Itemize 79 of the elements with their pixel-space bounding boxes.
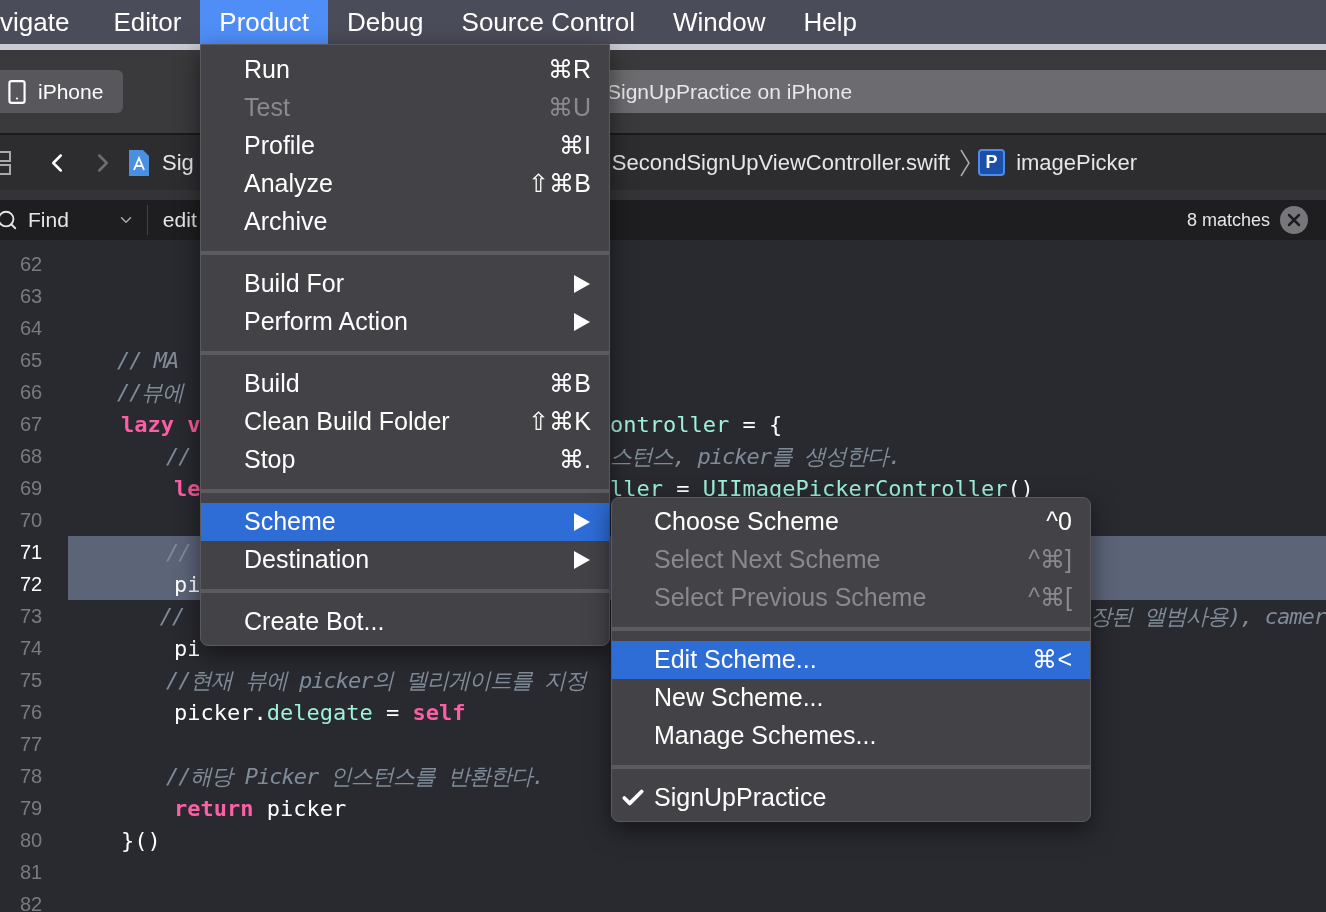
code-line: //현재 뷰에 picker의 델리게이트를 지정 <box>164 666 586 695</box>
line-number: 65 <box>19 348 44 373</box>
menu-item[interactable]: Manage Schemes... <box>612 717 1090 755</box>
line-number: 80 <box>19 828 44 853</box>
line-number: 66 <box>19 380 44 405</box>
grid-icon <box>0 149 12 176</box>
submenu-arrow-icon <box>573 312 591 332</box>
menu-bar-item[interactable]: vigate <box>0 0 95 44</box>
menu-bar-item[interactable]: Editor <box>94 0 201 44</box>
menu-bar-item[interactable]: Debug <box>327 0 443 44</box>
match-count: 8 matches <box>1186 208 1270 232</box>
line-number: 81 <box>19 860 44 885</box>
code-line: //뷰에 <box>115 378 184 407</box>
menu-item[interactable]: Edit Scheme... ⌘< <box>612 641 1090 679</box>
submenu-arrow-icon <box>573 512 591 532</box>
breadcrumb-file[interactable]: SecondSignUpViewController.swift <box>611 146 951 179</box>
menu-item[interactable]: Archive <box>201 203 609 241</box>
code-line: 스턴스, picker를 생성한다. <box>610 442 901 471</box>
line-number: 82 <box>19 892 44 912</box>
menu-item[interactable]: Scheme <box>201 503 609 541</box>
line-number: 73 <box>19 604 44 629</box>
code-line: pi <box>172 570 201 599</box>
menu-item[interactable]: Build ⌘B <box>201 365 609 403</box>
submenu-arrow-icon <box>573 550 591 570</box>
menu-bar-item[interactable]: Window <box>653 0 785 44</box>
menu-item[interactable]: Build For <box>201 265 609 303</box>
menu-bar-item[interactable]: Help <box>784 0 876 44</box>
menu-item[interactable]: Analyze ⇧⌘B <box>201 165 609 203</box>
menu-item[interactable]: Choose Scheme ^0 <box>612 503 1090 541</box>
code-line: // MA <box>115 346 179 375</box>
line-number: 70 <box>19 508 44 533</box>
line-number: 69 <box>19 476 44 501</box>
code-line: 장된 앨범사용), camer <box>1089 602 1326 631</box>
code-line: return picker <box>172 794 347 823</box>
activity-status-field: SignUpPractice on iPhone <box>607 70 1326 113</box>
find-query-field[interactable]: edit <box>162 204 197 236</box>
device-button[interactable]: iPhone <box>0 70 123 113</box>
search-icon <box>0 209 18 231</box>
menu-item[interactable]: New Scheme... <box>612 679 1090 717</box>
close-button[interactable] <box>1280 206 1308 234</box>
code-line: // <box>164 538 191 567</box>
menu-item[interactable]: SignUpPractice <box>612 779 1090 817</box>
breadcrumb-separator-icon <box>960 148 971 177</box>
line-number: 72 <box>19 572 44 597</box>
line-number: 71 <box>19 540 44 565</box>
menu-item[interactable]: Stop ⌘. <box>201 441 609 479</box>
menu-item[interactable]: Clean Build Folder ⇧⌘K <box>201 403 609 441</box>
line-number: 64 <box>19 316 44 341</box>
line-number: 68 <box>19 444 44 469</box>
code-line: le <box>172 475 201 501</box>
code-line: lazy v <box>119 411 201 437</box>
line-number: 77 <box>19 732 44 757</box>
property-badge: P <box>978 149 1006 176</box>
code-line: }() <box>119 826 161 855</box>
menu-item[interactable]: Create Bot... <box>201 603 609 641</box>
menu-item[interactable]: Perform Action <box>201 303 609 341</box>
line-number: 78 <box>19 764 44 789</box>
find-mode-label[interactable]: Find <box>28 204 69 236</box>
app-file-icon <box>128 148 150 177</box>
code-line: picker.delegate = self <box>172 698 466 727</box>
breadcrumb-symbol[interactable]: imagePicker <box>1016 146 1138 179</box>
menu-item[interactable]: Destination <box>201 541 609 579</box>
line-number: 67 <box>19 412 44 437</box>
line-number: 79 <box>19 796 44 821</box>
code-line: //해당 Picker 인스턴스를 반환한다. <box>164 762 544 791</box>
code-line: // <box>158 603 185 629</box>
menu-item[interactable]: Run ⌘R <box>201 51 609 89</box>
menu-bar-item[interactable]: Source Control <box>442 0 654 44</box>
breadcrumb-project[interactable]: Sig <box>162 146 194 179</box>
code-line: // <box>164 443 191 469</box>
menu-item[interactable]: Profile ⌘I <box>201 127 609 165</box>
line-number: 76 <box>19 700 44 725</box>
line-number: 62 <box>19 252 44 277</box>
line-number: 75 <box>19 668 44 693</box>
line-number: 63 <box>19 284 44 309</box>
submenu-arrow-icon <box>573 274 591 294</box>
code-line: ontroller = { <box>610 410 783 439</box>
code-line: pi <box>172 634 201 663</box>
line-number: 74 <box>19 636 44 661</box>
